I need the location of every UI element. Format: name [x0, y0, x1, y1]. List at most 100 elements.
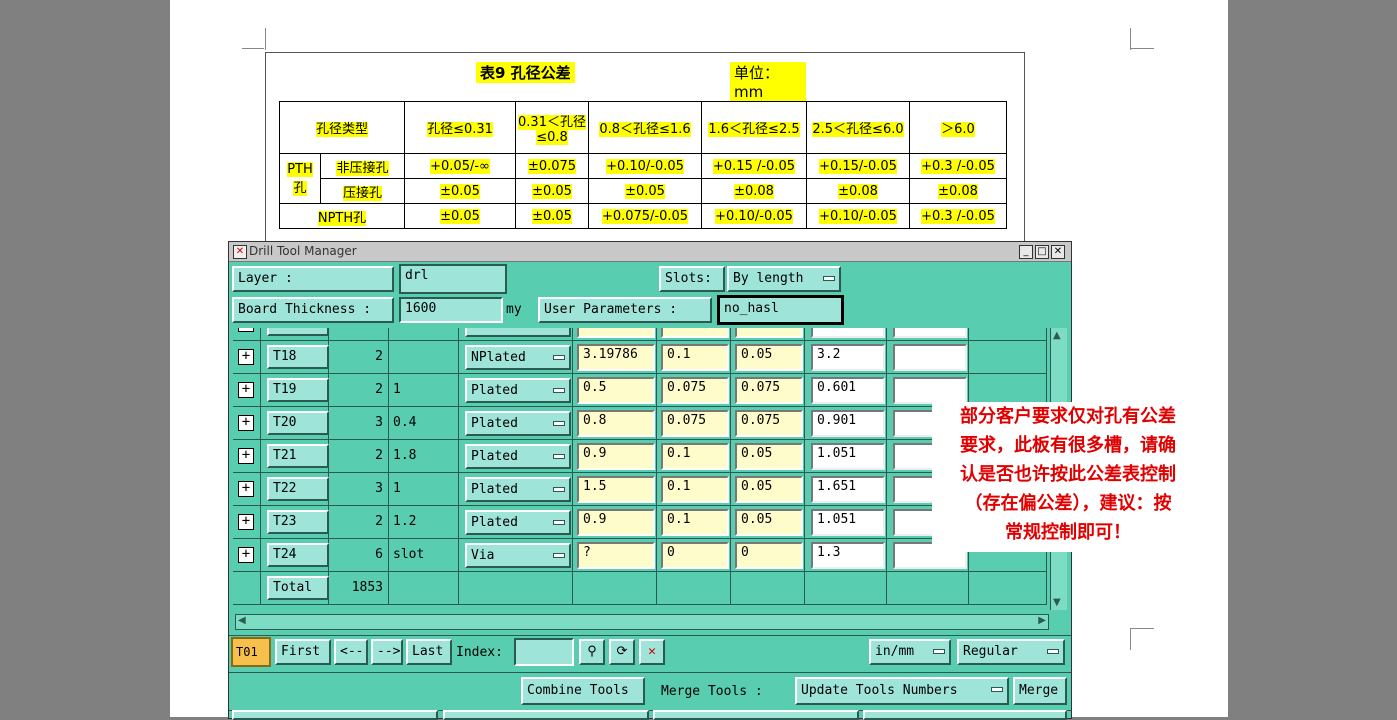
next-button[interactable]: -->: [371, 639, 403, 665]
expand-icon[interactable]: +: [238, 415, 254, 431]
layer-input[interactable]: drl: [399, 264, 507, 294]
tool-count: 6: [375, 547, 383, 562]
partial-button[interactable]: [232, 710, 438, 720]
drill-size-input[interactable]: 1.3: [811, 542, 885, 569]
drill-size-input[interactable]: 1.651: [811, 476, 885, 503]
merge-button[interactable]: Merge: [1013, 677, 1067, 705]
tool-button[interactable]: T23: [267, 510, 329, 534]
tol-plus-input[interactable]: 0.1: [661, 509, 729, 536]
tool-button[interactable]: T24: [267, 543, 329, 567]
scroll-left-icon[interactable]: ◀: [238, 615, 246, 626]
tool-slot: 1.8: [393, 448, 417, 463]
minimize-icon[interactable]: _: [1019, 245, 1033, 259]
mode-dropdown[interactable]: Regular: [957, 639, 1065, 665]
merge-select-dropdown[interactable]: Update Tools Numbers: [795, 677, 1009, 705]
finish-size-input[interactable]: 2.49900: [577, 328, 655, 338]
plating-dropdown[interactable]: Plated: [465, 411, 571, 436]
tool-button[interactable]: T21: [267, 444, 329, 468]
tol-minus-input[interactable]: 0.075: [735, 410, 803, 437]
finish-size-input[interactable]: ?: [577, 542, 655, 569]
plating-dropdown[interactable]: Plated: [465, 477, 571, 502]
combine-tools-button[interactable]: Combine Tools: [521, 677, 645, 705]
delete-icon[interactable]: ✕: [639, 639, 665, 665]
last-button[interactable]: Last: [406, 639, 452, 665]
drill-size-input[interactable]: 0.901: [811, 410, 885, 437]
tol-plus-input[interactable]: 0.075: [661, 410, 729, 437]
partial-button[interactable]: [653, 710, 859, 720]
expand-icon[interactable]: +: [238, 481, 254, 497]
bulb-icon[interactable]: ⚲: [579, 639, 605, 665]
drill-size-input[interactable]: 1.051: [811, 443, 885, 470]
tool-button[interactable]: T17: [267, 328, 329, 336]
window-menu-icon[interactable]: ✕: [233, 245, 247, 259]
plating-dropdown[interactable]: NPlated: [465, 345, 571, 370]
horizontal-scrollbar[interactable]: ◀ ▶: [235, 614, 1049, 630]
first-button[interactable]: First: [275, 639, 331, 665]
expand-icon[interactable]: +: [238, 547, 254, 563]
finish-size-input[interactable]: 0.5: [577, 377, 655, 404]
table-title-bar: 表9 孔径公差 单位：mm: [476, 62, 806, 101]
plating-dropdown[interactable]: Plated: [465, 444, 571, 469]
partial-button[interactable]: [863, 710, 1067, 720]
plating-dropdown[interactable]: Plated: [465, 378, 571, 403]
finish-size-input[interactable]: 3.19786: [577, 344, 655, 371]
expand-icon[interactable]: +: [238, 514, 254, 530]
partial-button[interactable]: [443, 710, 649, 720]
slots-dropdown[interactable]: By length: [727, 266, 841, 292]
maximize-icon[interactable]: □: [1035, 245, 1049, 259]
table-cell: ±0.05: [532, 208, 572, 224]
tol-plus-input[interactable]: 0.1: [661, 344, 729, 371]
tol-minus-input[interactable]: 0.05: [735, 443, 803, 470]
drill-size-input[interactable]: 3.2: [811, 344, 885, 371]
board-thickness-unit: my: [506, 302, 522, 317]
board-thickness-input[interactable]: 1600: [399, 297, 503, 323]
drill-size-input[interactable]: 1.051: [811, 509, 885, 536]
tol-plus-input[interactable]: 0: [661, 542, 729, 569]
expand-icon[interactable]: +: [238, 349, 254, 365]
layer-label: Layer :: [232, 266, 394, 292]
tol-minus-input[interactable]: 0.05: [735, 476, 803, 503]
comment-input[interactable]: [893, 344, 967, 371]
drill-size-input[interactable]: 0.601: [811, 377, 885, 404]
plating-dropdown[interactable]: Via: [465, 543, 571, 568]
finish-size-input[interactable]: 0.8: [577, 410, 655, 437]
tool-button[interactable]: T20: [267, 411, 329, 435]
scroll-up-icon[interactable]: ▲: [1053, 330, 1061, 341]
tool-button[interactable]: T22: [267, 477, 329, 501]
table-title: 表9 孔径公差: [476, 62, 575, 83]
tol-minus-input[interactable]: 0.075: [735, 377, 803, 404]
tol-plus-input[interactable]: 0.1: [661, 476, 729, 503]
tol-minus-input[interactable]: 0.05: [735, 344, 803, 371]
tool-button[interactable]: T19: [267, 378, 329, 402]
close-icon[interactable]: ✕: [1051, 245, 1065, 259]
prev-button[interactable]: <--: [334, 639, 368, 665]
plating-dropdown[interactable]: Plated: [465, 510, 571, 535]
tol-plus-input[interactable]: 0.075: [661, 377, 729, 404]
finish-size-input[interactable]: 0.9: [577, 443, 655, 470]
plating-dropdown[interactable]: NPlated: [465, 328, 571, 337]
tol-minus-input[interactable]: 0.05: [735, 328, 803, 338]
expand-icon[interactable]: +: [238, 448, 254, 464]
tol-minus-input[interactable]: 0: [735, 542, 803, 569]
finish-size-input[interactable]: 1.5: [577, 476, 655, 503]
comment-input[interactable]: [893, 377, 967, 404]
scroll-right-icon[interactable]: ▶: [1038, 615, 1046, 626]
scroll-down-icon[interactable]: ▼: [1053, 597, 1061, 608]
units-dropdown[interactable]: in/mm: [869, 639, 951, 665]
tol-plus-input[interactable]: 0.1: [661, 443, 729, 470]
table-row: + T18 2 NPlated 3.19786 0.1 0.05 3.2: [233, 341, 1047, 374]
refresh-icon[interactable]: ⟳: [609, 639, 635, 665]
tol-plus-input[interactable]: 0.1: [661, 328, 729, 338]
tol-minus-input[interactable]: 0.05: [735, 509, 803, 536]
expand-icon[interactable]: +: [238, 328, 254, 332]
tool-button[interactable]: T18: [267, 345, 329, 369]
comment-input[interactable]: [893, 328, 967, 338]
expand-icon[interactable]: +: [238, 382, 254, 398]
finish-size-input[interactable]: 0.9: [577, 509, 655, 536]
user-parameters-input[interactable]: no_hasl: [717, 295, 844, 325]
index-input[interactable]: [514, 638, 574, 666]
tool-slot: 0.4: [393, 415, 417, 430]
title-bar[interactable]: ✕ Drill Tool Manager _ □ ✕: [229, 242, 1071, 262]
drill-size-input[interactable]: 2.6: [811, 328, 885, 338]
grid-cell: [969, 328, 1047, 341]
